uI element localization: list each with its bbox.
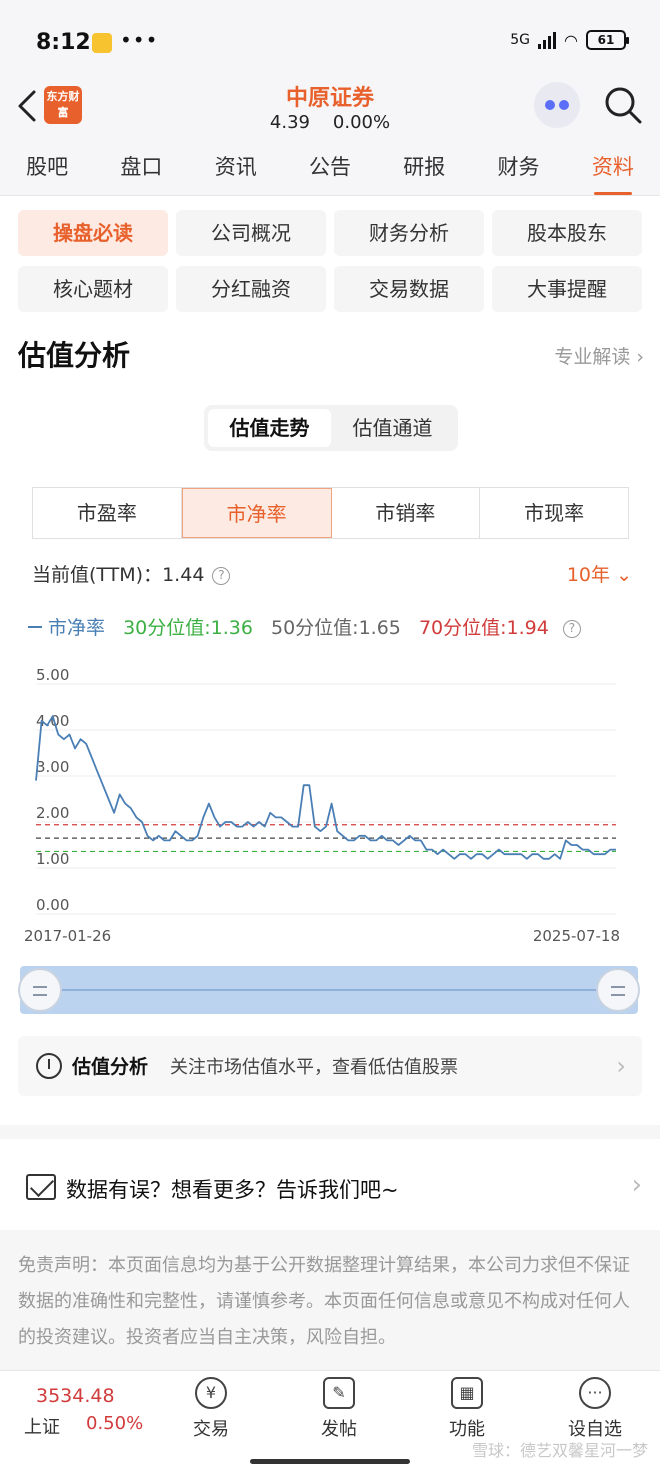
ratio-pe[interactable]: 市盈率 [33, 488, 182, 538]
x-tick-label: 2017-01-26 [24, 927, 111, 945]
banner-text: 关注市场估值水平，查看低估值股票 [170, 1057, 458, 1078]
nav-watchlist[interactable]: ··· 设自选 [550, 1377, 640, 1441]
chevron-right-icon: › [616, 1052, 626, 1080]
network-label: 5G [510, 32, 531, 48]
chart-legend: 市净率 30分位值:1.36 50分位值:1.65 70分位值:1.94 ? [28, 613, 581, 640]
range-line [40, 989, 618, 991]
bottom-nav: 3534.48 上证 0.50% ¥ 交易 ✎ 发帖 ▦ 功能 ··· 设自选 … [0, 1370, 660, 1467]
seg-valuation-channel[interactable]: 估值通道 [331, 409, 454, 447]
index-value[interactable]: 3534.48 [36, 1385, 115, 1407]
subnav-core-themes[interactable]: 核心题材 [18, 266, 168, 312]
y-tick-label: 2.00 [36, 804, 69, 822]
legend-series: 市净率 [48, 617, 106, 639]
seg-valuation-trend[interactable]: 估值走势 [208, 409, 331, 447]
y-tick-label: 1.00 [36, 850, 69, 868]
feedback-text: 数据有误？想看更多？告诉我们吧~ [66, 1178, 399, 1202]
wifi-icon: ◠ [564, 30, 578, 50]
range-handle-right[interactable] [596, 968, 640, 1012]
tab-pankou[interactable]: 盘口 [94, 138, 188, 195]
nav-post[interactable]: ✎ 发帖 [294, 1377, 384, 1441]
subnav-must-read[interactable]: 操盘必读 [18, 210, 168, 256]
disclaimer: 免责声明：本页面信息均为基于公开数据整理计算结果，本公司力求但不保证数据的准确性… [0, 1230, 660, 1370]
notification-icon [92, 33, 112, 53]
legend-p30: 30分位值:1.36 [123, 617, 253, 639]
current-value-text: 当前值(TTM)：1.44 [32, 564, 205, 586]
subnav-financial-analysis[interactable]: 财务分析 [334, 210, 484, 256]
legend-help-icon[interactable]: ? [562, 620, 581, 638]
subnav-shareholders[interactable]: 股本股东 [492, 210, 642, 256]
stock-tabs: 股吧 盘口 资讯 公告 研报 财务 资料 [0, 138, 660, 196]
period-selector[interactable]: 10年 ⌄ [567, 560, 632, 587]
valuation-view-toggle: 估值走势 估值通道 [204, 405, 458, 451]
y-tick-label: 3.00 [36, 758, 69, 776]
help-icon[interactable]: ? [212, 567, 231, 585]
banner-title: 估值分析 [72, 1056, 149, 1078]
stock-price: 4.39 [269, 112, 310, 133]
section-divider [0, 1125, 660, 1139]
home-indicator[interactable] [250, 1459, 410, 1464]
gauge-icon [36, 1053, 62, 1079]
battery-icon: 61 [586, 30, 629, 50]
profile-subnav: 操盘必读 公司概况 财务分析 股本股东 核心题材 分红融资 交易数据 大事提醒 [18, 210, 642, 312]
time-range-slider[interactable] [18, 966, 640, 1014]
tab-news[interactable]: 资讯 [189, 138, 283, 195]
series-line [35, 715, 616, 860]
period-label: 10年 [566, 564, 611, 586]
edit-icon: ✎ [323, 1377, 355, 1409]
ratio-tabs: 市盈率 市净率 市销率 市现率 [32, 487, 629, 539]
subnav-events[interactable]: 大事提醒 [492, 266, 642, 312]
range-handle-left[interactable] [18, 968, 62, 1012]
ratio-pb[interactable]: 市净率 [181, 488, 332, 538]
more-icon: ··· [579, 1377, 611, 1409]
y-tick-label: 0.00 [36, 896, 69, 914]
tab-research[interactable]: 研报 [377, 138, 471, 195]
y-tick-label: 5.00 [36, 666, 69, 684]
subnav-dividends[interactable]: 分红融资 [176, 266, 326, 312]
more-notifications-icon: ••• [120, 28, 159, 52]
yen-icon: ¥ [195, 1377, 227, 1409]
current-value: 当前值(TTM)：1.44? [32, 560, 231, 587]
nav-post-label: 发帖 [321, 1419, 357, 1440]
tab-profile[interactable]: 资料 [566, 138, 660, 195]
watermark: 雪球：德艺双馨星河一梦 [471, 1441, 648, 1460]
series-swatch [28, 626, 42, 628]
tab-guba[interactable]: 股吧 [0, 138, 94, 195]
nav-trade-label: 交易 [193, 1419, 229, 1440]
feedback-row[interactable]: 数据有误？想看更多？告诉我们吧~ › [0, 1150, 660, 1226]
legend-p70: 70分位值:1.94 [418, 617, 549, 639]
nav-trade[interactable]: ¥ 交易 [166, 1377, 256, 1441]
chevron-down-icon: ⌄ [616, 564, 632, 586]
assistant-robot-icon[interactable] [534, 82, 580, 128]
stock-change: 0.00% [332, 112, 391, 133]
index-change[interactable]: 0.50% [86, 1413, 143, 1434]
signal-icon [538, 31, 557, 49]
status-bar: 8:12 ••• 5G ◠ 61 [0, 0, 660, 80]
ratio-ps[interactable]: 市销率 [332, 488, 481, 538]
subnav-trading-data[interactable]: 交易数据 [334, 266, 484, 312]
ratio-pcf[interactable]: 市现率 [480, 488, 628, 538]
status-time: 8:12 [36, 30, 91, 55]
subnav-company-overview[interactable]: 公司概况 [176, 210, 326, 256]
pb-chart[interactable]: 5.004.003.002.001.000.002017-01-26 2025-0… [0, 650, 660, 950]
valuation-banner[interactable]: 估值分析 关注市场估值水平，查看低估值股票 › [18, 1036, 642, 1096]
tab-announcements[interactable]: 公告 [283, 138, 377, 195]
search-icon[interactable] [602, 84, 644, 126]
professional-analysis-link[interactable]: 专业解读 › [554, 342, 644, 369]
app-header: 东方财富 中原证券 4.39 0.00% [0, 80, 660, 138]
chevron-right-icon: › [631, 1170, 642, 1200]
index-name[interactable]: 上证 [24, 1413, 60, 1439]
legend-p50: 50分位值:1.65 [271, 617, 401, 639]
mail-icon [26, 1174, 56, 1200]
grid-icon: ▦ [451, 1377, 483, 1409]
section-title: 估值分析 [18, 339, 131, 372]
tab-finance[interactable]: 财务 [471, 138, 565, 195]
nav-functions[interactable]: ▦ 功能 [422, 1377, 512, 1441]
x-tick-label: 2025-07-18 [533, 927, 620, 945]
